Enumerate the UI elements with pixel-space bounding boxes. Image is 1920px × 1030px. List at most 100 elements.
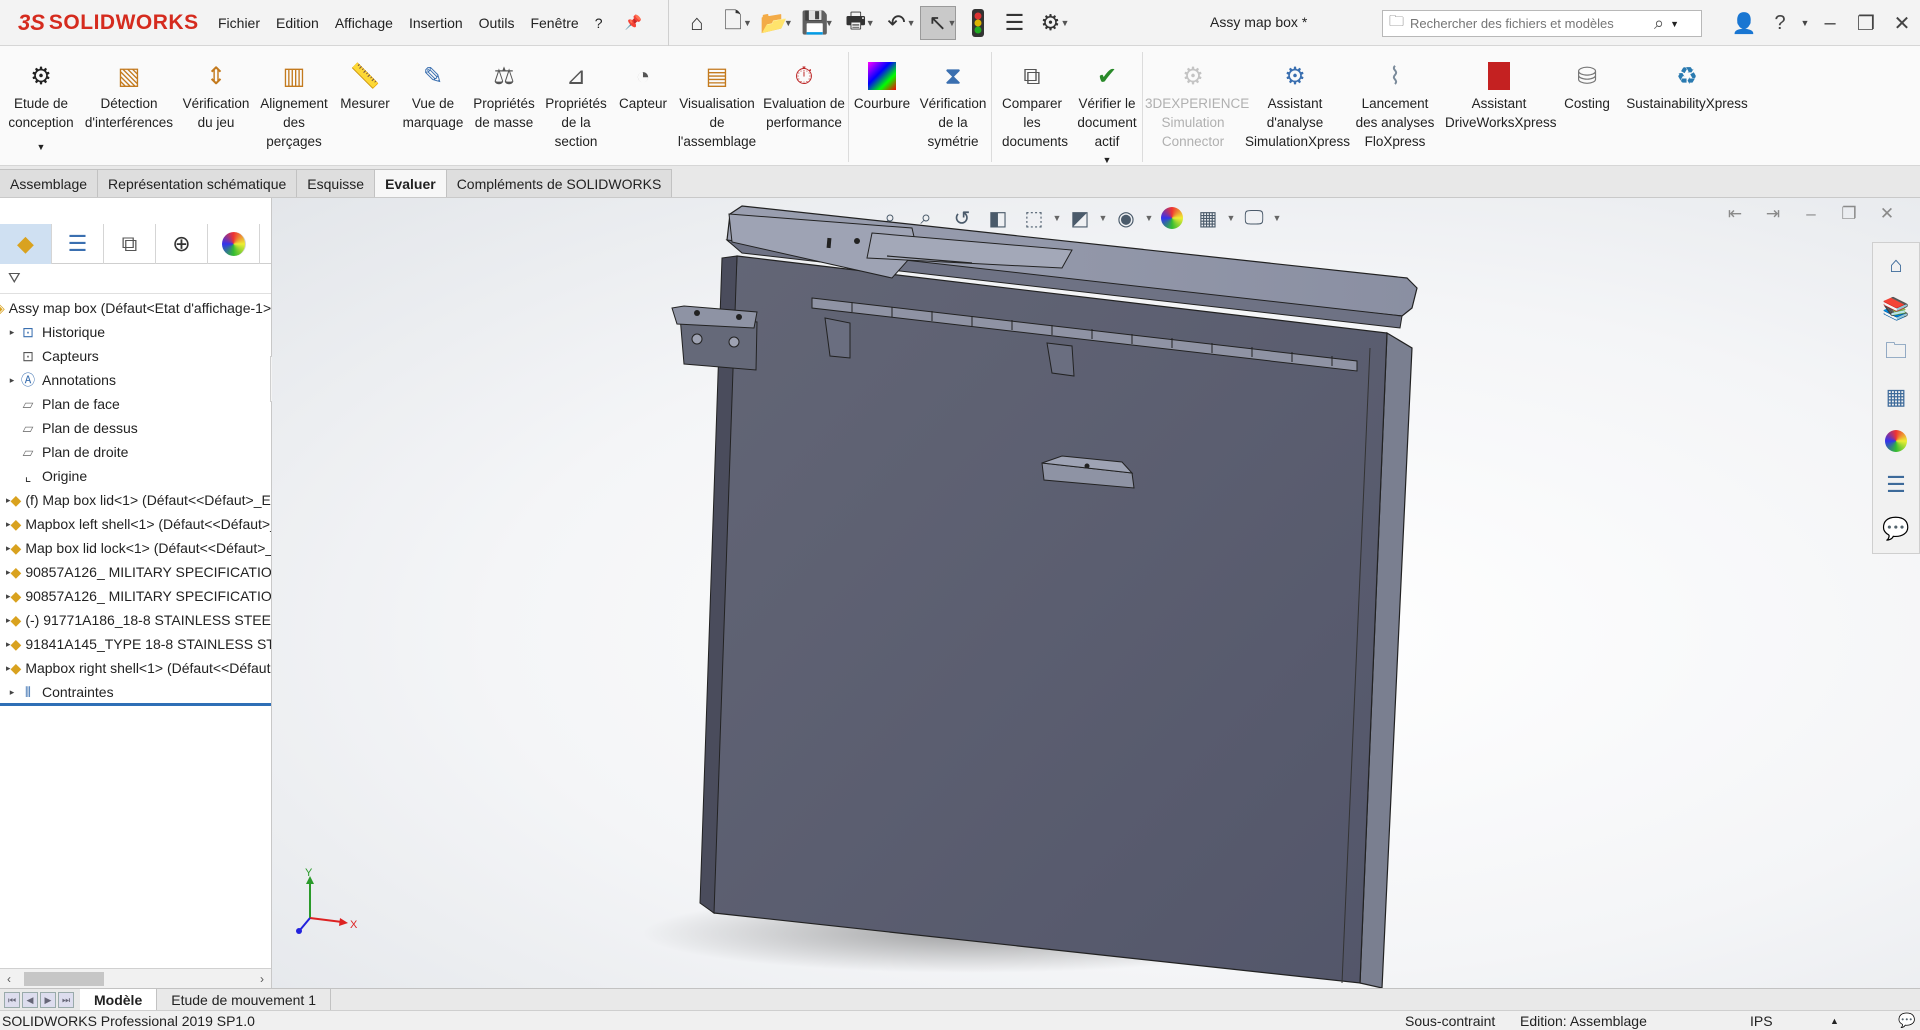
- tree-item-origine[interactable]: ⌞ Origine: [0, 464, 271, 488]
- sensor-button[interactable]: ◔ Capteur: [612, 46, 674, 113]
- tree-item-historique[interactable]: ▸ ⊡ Historique: [0, 320, 271, 344]
- tree-item-component[interactable]: ▸ ◆ Mapbox left shell<1> (Défaut<<Défaut…: [0, 512, 271, 536]
- menu-outils[interactable]: Outils: [471, 15, 523, 31]
- tree-item-component[interactable]: ▸ ◆ (-) 91771A186_18-8 STAINLESS STEEL: [0, 608, 271, 632]
- last-tab-icon[interactable]: ⏭: [58, 991, 74, 1008]
- print-dropdown-icon[interactable]: ▼: [866, 18, 875, 28]
- horizontal-scrollbar[interactable]: ‹ ›: [0, 968, 271, 988]
- tree-item-contraintes[interactable]: ▸ ⫴ Contraintes: [0, 680, 271, 704]
- tab-modele[interactable]: Modèle: [80, 989, 158, 1010]
- scroll-left-icon[interactable]: ‹: [0, 972, 18, 986]
- tree-root[interactable]: ◈ Assy map box (Défaut<Etat d'affichage-…: [0, 296, 271, 320]
- rebuild-icon[interactable]: [960, 6, 996, 40]
- curvature-button[interactable]: Courbure: [849, 46, 915, 113]
- new-dropdown-icon[interactable]: ▼: [743, 18, 752, 28]
- menu-help[interactable]: ?: [587, 15, 611, 31]
- graphics-area[interactable]: ⌕ ⌕ ↺ ◧ ⬚ ▼ ◩ ▼ ◉ ▼ ▦ ▼ 🖵 ▼ ⇤ ⇥ – ❐ ✕ ⌂ …: [272, 198, 1920, 988]
- menu-fenetre[interactable]: Fenêtre: [522, 15, 586, 31]
- tree-item-plan-de-face[interactable]: ▱ Plan de face: [0, 392, 271, 416]
- tree-item-component[interactable]: ▸ ◆ 90857A126_ MILITARY SPECIFICATION: [0, 584, 271, 608]
- help-dropdown-icon[interactable]: ▼: [1798, 18, 1812, 28]
- chat-icon[interactable]: 💬: [1898, 1012, 1915, 1029]
- tab-evaluer[interactable]: Evaluer: [375, 169, 447, 197]
- next-tab-icon[interactable]: ▶: [40, 991, 56, 1008]
- search-box[interactable]: 🗀 ⌕ ▼: [1382, 10, 1702, 37]
- tab-representation-schematique[interactable]: Représentation schématique: [98, 169, 298, 197]
- assembly-visualization-button[interactable]: ▤ Visualisation de l'assemblage: [674, 46, 760, 151]
- compare-button[interactable]: ⧉ Comparer les documents: [992, 46, 1072, 151]
- tab-assemblage[interactable]: Assemblage: [0, 169, 99, 197]
- tree-item-plan-de-droite[interactable]: ▱ Plan de droite: [0, 440, 271, 464]
- tree-item-component[interactable]: ▸ ◆ 90857A126_ MILITARY SPECIFICATION: [0, 560, 271, 584]
- tree-item-plan-de-dessus[interactable]: ▱ Plan de dessus: [0, 416, 271, 440]
- pin-icon[interactable]: 📌: [617, 14, 650, 31]
- configurationmanager-icon[interactable]: ⧉: [104, 224, 156, 264]
- first-tab-icon[interactable]: ⏮: [4, 991, 20, 1008]
- restore-icon[interactable]: ❐: [1848, 11, 1884, 36]
- tab-esquisse[interactable]: Esquisse: [297, 169, 376, 197]
- solidworks-logo[interactable]: 3S SOLIDWORKS: [0, 0, 210, 46]
- expand-icon[interactable]: ▸: [6, 375, 18, 386]
- menu-edition[interactable]: Edition: [268, 15, 327, 31]
- check-document-button[interactable]: ✔ Vérifier le document actif ▼: [1072, 46, 1142, 170]
- units-status[interactable]: IPS: [1750, 1013, 1773, 1029]
- mass-properties-button[interactable]: ⚖ Propriétés de masse: [468, 46, 540, 132]
- design-study-dropdown-icon[interactable]: ▼: [37, 138, 46, 157]
- save-dropdown-icon[interactable]: ▼: [825, 18, 834, 28]
- units-dropdown-icon[interactable]: ▲: [1830, 1016, 1839, 1026]
- folder-icon[interactable]: 🗀: [1389, 11, 1404, 36]
- file-properties-icon[interactable]: ☰: [996, 6, 1032, 40]
- search-dropdown-icon[interactable]: ▼: [1670, 19, 1679, 29]
- expand-icon[interactable]: ▸: [6, 687, 18, 698]
- interference-button[interactable]: ▧ Détection d'interférences: [82, 46, 176, 132]
- search-icon[interactable]: ⌕: [1654, 13, 1664, 34]
- expand-icon[interactable]: ▸: [6, 327, 18, 338]
- clearance-button[interactable]: ⇕ Vérification du jeu: [176, 46, 256, 132]
- rollback-bar[interactable]: [0, 703, 271, 706]
- tree-item-component[interactable]: ▸ ◆ (f) Map box lid<1> (Défaut<<Défaut>_…: [0, 488, 271, 512]
- sustainability-button[interactable]: ♻ SustainabilityXpress: [1619, 46, 1755, 113]
- tab-complements[interactable]: Compléments de SOLIDWORKS: [446, 169, 673, 197]
- design-study-button[interactable]: ⚙ Etude de conception ▼: [0, 46, 82, 157]
- section-properties-button[interactable]: ⊿ Propriétés de la section: [540, 46, 612, 151]
- driveworksxpress-button[interactable]: Assistant DriveWorksXpress: [1443, 46, 1557, 132]
- symmetry-button[interactable]: ⧗ Vérification de la symétrie: [915, 46, 991, 151]
- select-dropdown-icon[interactable]: ▼: [948, 18, 957, 28]
- solidworks-resources-icon[interactable]: ⌂: [1873, 243, 1919, 287]
- custom-properties-icon[interactable]: ☰: [1873, 463, 1919, 507]
- view-palette-icon[interactable]: ▦: [1873, 375, 1919, 419]
- tree-item-capteurs[interactable]: ⊡ Capteurs: [0, 344, 271, 368]
- propertymanager-icon[interactable]: ☰: [52, 224, 104, 264]
- tab-etude-de-mouvement[interactable]: Etude de mouvement 1: [157, 989, 331, 1010]
- featuremanager-icon[interactable]: ◆: [0, 224, 52, 264]
- forum-icon[interactable]: 💬: [1873, 507, 1919, 551]
- costing-button[interactable]: ⛁ Costing: [1555, 46, 1619, 113]
- performance-button[interactable]: ⏱ Evaluation de performance: [760, 46, 848, 132]
- tree-item-component[interactable]: ▸ ◆ Map box lid lock<1> (Défaut<<Défaut>…: [0, 536, 271, 560]
- scroll-thumb[interactable]: [24, 971, 104, 986]
- tree-item-annotations[interactable]: ▸ Ⓐ Annotations: [0, 368, 271, 392]
- close-icon[interactable]: ✕: [1884, 11, 1920, 36]
- scroll-right-icon[interactable]: ›: [253, 972, 271, 986]
- displaymanager-icon[interactable]: [208, 224, 260, 264]
- menu-fichier[interactable]: Fichier: [210, 15, 268, 31]
- help-icon[interactable]: ?: [1762, 12, 1798, 35]
- simulationxpress-button[interactable]: ⚙ Assistant d'analyse SimulationXpress: [1243, 46, 1350, 151]
- prev-tab-icon[interactable]: ◀: [22, 991, 38, 1008]
- markup-button[interactable]: ✎ Vue de marquage: [398, 46, 468, 132]
- minimize-icon[interactable]: –: [1812, 12, 1848, 35]
- home-icon[interactable]: ⌂: [679, 6, 715, 40]
- filter-icon[interactable]: ⛛: [0, 264, 271, 294]
- file-explorer-icon[interactable]: 🗀: [1873, 331, 1919, 375]
- undo-dropdown-icon[interactable]: ▼: [907, 18, 916, 28]
- user-icon[interactable]: 👤: [1726, 11, 1762, 36]
- floxpress-button[interactable]: ⌇ Lancement des analyses FloXpress: [1347, 46, 1443, 151]
- map-box-3d-model[interactable]: [272, 198, 1920, 988]
- open-dropdown-icon[interactable]: ▼: [784, 18, 793, 28]
- appearances-icon[interactable]: [1873, 419, 1919, 463]
- menu-affichage[interactable]: Affichage: [327, 15, 401, 31]
- dimxpert-icon[interactable]: ⊕: [156, 224, 208, 264]
- search-input[interactable]: [1410, 16, 1651, 31]
- tree-item-component[interactable]: ▸ ◆ 91841A145_TYPE 18-8 STAINLESS STEEL: [0, 632, 271, 656]
- measure-button[interactable]: 📏 Mesurer: [332, 46, 398, 113]
